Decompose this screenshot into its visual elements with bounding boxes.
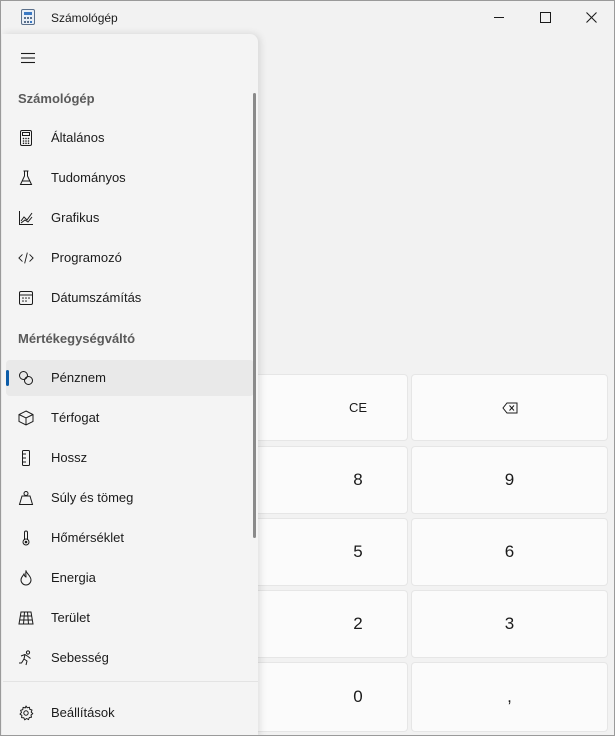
backspace-button[interactable] [411, 374, 608, 441]
runner-icon [18, 650, 34, 666]
nav-item-label: Hossz [51, 450, 88, 465]
nav-item-label: Általános [51, 130, 105, 145]
nav-item-area[interactable]: Terület [6, 600, 254, 636]
digit-6-button[interactable]: 6 [411, 518, 608, 586]
nav-item-settings[interactable]: Beállítások [6, 695, 254, 731]
nav-item-label: Programozó [51, 250, 122, 265]
minimize-icon [493, 17, 504, 18]
graph-icon [18, 210, 34, 226]
nav-item-label: Hőmérséklet [51, 530, 124, 545]
digit-6-label: 6 [504, 542, 515, 561]
nav-item-temperature[interactable]: Hőmérséklet [6, 520, 254, 556]
hamburger-menu-button[interactable] [12, 42, 44, 74]
close-button[interactable] [568, 1, 614, 34]
minimize-button[interactable] [476, 1, 522, 34]
nav-item-label: Grafikus [51, 210, 100, 225]
nav-item-label: Térfogat [51, 410, 100, 425]
flask-icon [18, 170, 34, 186]
calendar-icon [18, 290, 34, 306]
cube-icon [18, 410, 34, 426]
selection-indicator [6, 370, 9, 386]
calculator-section-heading: Számológép [18, 91, 95, 106]
nav-item-date-calculation[interactable]: Dátumszámítás [6, 280, 254, 316]
decimal-separator-button[interactable]: , [411, 662, 608, 732]
nav-item-standard[interactable]: Általános [6, 120, 254, 156]
nav-item-label: Energia [51, 570, 96, 585]
nav-item-label: Dátumszámítás [51, 290, 142, 305]
ruler-icon [18, 450, 34, 466]
currency-icon [18, 370, 34, 386]
nav-item-programmer[interactable]: Programozó [6, 240, 254, 276]
nav-item-label: Tudományos [51, 170, 126, 185]
navigation-pane: Számológép Általános Tudományos Grafikus [2, 34, 258, 735]
nav-item-currency[interactable]: Pénznem [6, 360, 254, 396]
weight-icon [18, 490, 34, 506]
nav-item-length[interactable]: Hossz [6, 440, 254, 476]
nav-item-weight-and-mass[interactable]: Súly és tömeg [6, 480, 254, 516]
maximize-button[interactable] [522, 1, 568, 34]
nav-item-label: Sebesség [51, 650, 109, 665]
flame-icon [18, 570, 34, 586]
digit-5-label: 5 [353, 542, 363, 561]
nav-item-label: Pénznem [51, 370, 106, 385]
calculator-app-icon [21, 9, 35, 25]
thermometer-icon [18, 530, 34, 546]
calculator-window: Számológép CE 8 9 5 6 2 3 0 , Számológép… [0, 0, 615, 736]
nav-scrollbar[interactable] [253, 93, 256, 538]
title-bar[interactable]: Számológép [1, 1, 614, 34]
nav-item-scientific[interactable]: Tudományos [6, 160, 254, 196]
digit-2-label: 2 [353, 614, 363, 633]
calculator-icon [18, 130, 34, 146]
nav-footer-divider [3, 681, 258, 682]
nav-item-speed[interactable]: Sebesség [6, 640, 254, 676]
nav-item-label: Terület [51, 610, 91, 625]
digit-8-label: 8 [353, 470, 363, 489]
digit-9-button[interactable]: 9 [411, 446, 608, 514]
code-icon [18, 250, 34, 266]
gear-icon [18, 705, 34, 721]
nav-item-energy[interactable]: Energia [6, 560, 254, 596]
nav-item-label: Beállítások [51, 705, 115, 720]
nav-item-label: Súly és tömeg [51, 490, 134, 505]
digit-3-label: 3 [504, 614, 515, 633]
maximize-icon [539, 12, 551, 23]
digit-9-label: 9 [504, 470, 515, 489]
nav-item-volume[interactable]: Térfogat [6, 400, 254, 436]
hamburger-icon [21, 52, 35, 64]
decimal-separator-label: , [507, 687, 512, 706]
clear-entry-label: CE [348, 400, 368, 415]
digit-0-label: 0 [353, 687, 363, 706]
area-icon [18, 610, 34, 626]
nav-item-graphing[interactable]: Grafikus [6, 200, 254, 236]
converter-section-heading: Mértékegységváltó [18, 331, 136, 346]
digit-3-button[interactable]: 3 [411, 590, 608, 658]
window-title: Számológép [51, 11, 118, 25]
close-icon [585, 12, 597, 23]
backspace-icon [501, 402, 517, 413]
